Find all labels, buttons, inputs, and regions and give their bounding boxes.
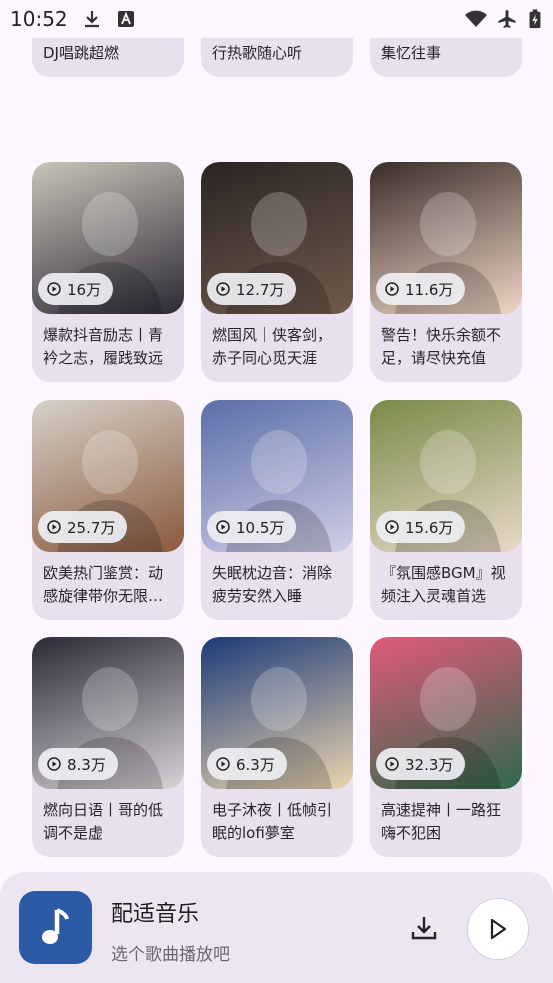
- airplane-mode-icon: [498, 10, 516, 28]
- playlist-card[interactable]: 8.3万燃向日语丨哥的低调不是虚: [32, 637, 184, 857]
- player-subtitle: 选个歌曲播放吧: [111, 945, 230, 965]
- playlist-card[interactable]: 6.3万电子沐夜丨低帧引眠的lofi夢室: [201, 637, 353, 857]
- play-count: 10.5万: [236, 518, 285, 537]
- playlist-card[interactable]: 16万爆款抖音励志丨青衿之志，履践致远: [32, 162, 184, 382]
- a-notification-icon: [118, 11, 134, 27]
- play-count: 11.6万: [405, 280, 454, 299]
- status-bar: 10:52: [0, 0, 553, 38]
- play-count-badge: 11.6万: [376, 273, 466, 305]
- playlist-card[interactable]: 25.7万欧美热门鉴赏：动感旋律带你无限循环: [32, 400, 184, 620]
- playlist-card[interactable]: 11.6万警告！快乐余额不足，请尽快充值: [370, 162, 522, 382]
- music-note-icon: [41, 907, 69, 944]
- portrait-image: 11.6万: [370, 162, 522, 314]
- play-count: 12.7万: [236, 280, 285, 299]
- playlist-card[interactable]: 12.7万燃国风｜侠客剑，赤子同心觅天涯: [201, 162, 353, 382]
- playlist-card[interactable]: 32.3万高速提神丨一路狂嗨不犯困: [370, 637, 522, 857]
- play-count: 32.3万: [405, 755, 454, 774]
- play-count: 8.3万: [67, 755, 106, 774]
- playlist-title: 燃向日语丨哥的低调不是虚: [43, 801, 164, 842]
- anime-image: 8.3万: [32, 637, 184, 789]
- status-time: 10:52: [10, 7, 68, 31]
- play-count-badge: 6.3万: [207, 748, 287, 780]
- playlist-title: 电子沐夜丨低帧引眠的lofi夢室: [212, 801, 333, 842]
- play-count: 16万: [67, 280, 102, 299]
- download-icon[interactable]: [408, 912, 440, 944]
- wifi-icon: [465, 10, 487, 27]
- playlist-title: 高速提神丨一路狂嗨不犯困: [381, 801, 502, 842]
- play-count-icon: [47, 757, 61, 771]
- portrait-image: 16万: [32, 162, 184, 314]
- play-count-icon: [216, 757, 230, 771]
- play-count-icon: [385, 282, 399, 296]
- bedroom-image: 10.5万: [201, 400, 353, 552]
- play-count-badge: 25.7万: [38, 511, 128, 543]
- play-count: 25.7万: [67, 518, 116, 537]
- car-image: 32.3万: [370, 637, 522, 789]
- play-count-icon: [385, 757, 399, 771]
- anime-image: 6.3万: [201, 637, 353, 789]
- playlist-card[interactable]: 15.6万『氛围感BGM』视频注入灵魂首选: [370, 400, 522, 620]
- play-count-icon: [47, 520, 61, 534]
- download-status-icon: [85, 11, 99, 28]
- player-title: 配适音乐: [111, 902, 200, 927]
- battery-charging-icon: [529, 9, 541, 29]
- playlist-title: 爆款抖音励志丨青衿之志，履践致远: [43, 326, 164, 367]
- play-button[interactable]: [467, 898, 529, 960]
- player-app-icon: [19, 891, 92, 964]
- play-count: 6.3万: [236, 755, 275, 774]
- play-count-badge: 32.3万: [376, 748, 466, 780]
- play-count-badge: 16万: [38, 273, 114, 305]
- playlist-title: 失眠枕边音：消除疲劳安然入睡: [212, 564, 333, 605]
- playlist-title: 欧美热门鉴赏：动感旋律带你无限循环: [43, 564, 164, 605]
- portrait-image: 12.7万: [201, 162, 353, 314]
- play-count: 15.6万: [405, 518, 454, 537]
- play-icon: [490, 918, 507, 940]
- portrait-image: 15.6万: [370, 400, 522, 552]
- play-count-icon: [47, 282, 61, 296]
- play-count-badge: 12.7万: [207, 273, 297, 305]
- play-count-icon: [216, 282, 230, 296]
- portrait-image: 25.7万: [32, 400, 184, 552]
- playlist-title: 燃国风｜侠客剑，赤子同心觅天涯: [212, 326, 333, 367]
- play-count-badge: 10.5万: [207, 511, 297, 543]
- playlist-title: 警告！快乐余额不足，请尽快充值: [381, 326, 502, 367]
- playlist-card[interactable]: 10.5万失眠枕边音：消除疲劳安然入睡: [201, 400, 353, 620]
- play-count-badge: 8.3万: [38, 748, 118, 780]
- play-count-badge: 15.6万: [376, 511, 466, 543]
- mini-player[interactable]: 配适音乐 选个歌曲播放吧: [0, 872, 553, 983]
- play-count-icon: [385, 520, 399, 534]
- play-count-icon: [216, 520, 230, 534]
- playlist-title: 『氛围感BGM』视频注入灵魂首选: [381, 564, 506, 605]
